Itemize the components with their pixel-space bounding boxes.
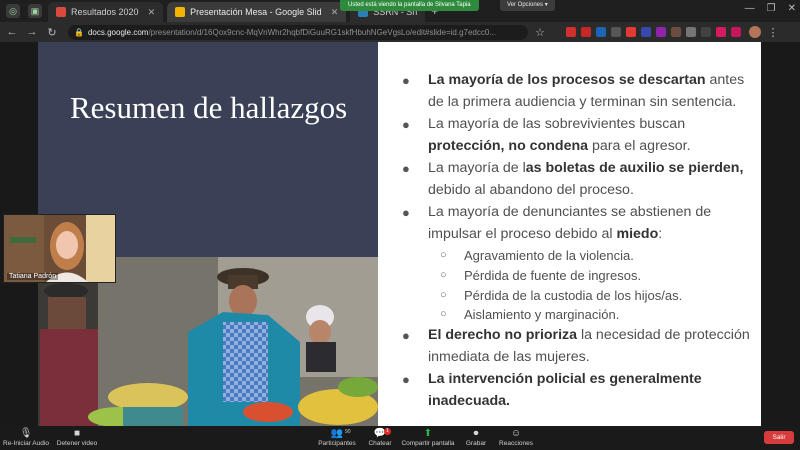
close-window-icon[interactable]: ✕	[788, 3, 796, 14]
bullet-text: :	[658, 225, 663, 242]
bullet-text: La mayoría de l	[428, 160, 526, 176]
bullet-dot-icon: ●	[402, 372, 410, 388]
close-tab-icon[interactable]: ✕	[148, 7, 156, 18]
control-label: Re-Iniciar Audio	[3, 440, 49, 447]
bullet-item: ● La mayoría de los procesos se descartan…	[396, 70, 751, 113]
browser-tab-1[interactable]: Presentación Mesa - Google Slid ✕	[167, 2, 347, 22]
forward-arrow-icon[interactable]: →	[24, 26, 40, 38]
bookmark-star-icon[interactable]: ☆	[532, 26, 548, 39]
extension-icon[interactable]	[701, 27, 711, 37]
reactions-icon: ☺	[510, 428, 522, 439]
extension-icon[interactable]	[731, 27, 741, 37]
video-camera-icon: ■	[73, 428, 81, 439]
url-input[interactable]: 🔒 docs.google.com /presentation/d/16Qox9…	[68, 24, 528, 40]
bullet-text: debido al abandono del proceso.	[428, 181, 634, 198]
leave-meeting-button[interactable]: Salir	[764, 431, 794, 444]
screen: ◎ ▣ Resultados 2020 ✕ Presentación Mesa …	[0, 0, 800, 450]
bullet-item: ● La intervención policial es generalment…	[396, 369, 751, 412]
tab-favicon-icon	[56, 7, 66, 17]
tab-label: Presentación Mesa - Google Slid	[190, 7, 322, 17]
hollow-bullet-icon: ○	[440, 268, 447, 281]
tab-group-icon[interactable]: ▣	[28, 4, 42, 18]
bullet-item: ● La mayoría de las boletas de auxilio se…	[396, 158, 751, 201]
presentation-slide: Resumen de hallazgos ● La mayoría de los…	[38, 42, 761, 426]
control-label: Chatear	[368, 440, 392, 447]
extension-icon[interactable]	[626, 27, 636, 37]
bullet-dot-icon: ●	[402, 328, 410, 344]
bullet-dot-icon: ●	[402, 205, 410, 220]
bullet-text: Agravamiento de la violencia.	[464, 248, 634, 263]
control-label: Detener video	[56, 440, 98, 447]
bullet-bold-text: El derecho no prioriza	[428, 327, 577, 344]
bullet-text: La mayoría de denunciantes se abstienen …	[428, 204, 712, 242]
stop-video-button[interactable]: ■ Detener video	[47, 428, 107, 447]
meeting-controls-bar: 🎙 Re-Iniciar Audio ■ Detener video 👥 90 …	[0, 426, 800, 450]
lock-icon: 🔒	[74, 27, 84, 37]
maximize-icon[interactable]: ❐	[767, 3, 776, 14]
tab-label: Resultados 2020	[71, 7, 139, 17]
bullet-text: para el agresor.	[588, 137, 691, 154]
hollow-bullet-icon: ○	[440, 249, 447, 261]
view-options-button[interactable]: Ver Opciones ▾	[500, 0, 555, 11]
address-bar-row: ← → ↻ 🔒 docs.google.com /presentation/d/…	[0, 22, 800, 42]
sub-bullet-item: ○ Aislamiento y marginación.	[396, 305, 751, 325]
browser-menu-icon[interactable]: ⋮	[765, 26, 781, 39]
url-path: /presentation/d/16Qox9cnc-MqVnWhr2hqbfDi…	[148, 27, 496, 37]
screen-share-banner: Usted está viendo la pantalla de Silvana…	[340, 0, 479, 11]
control-label: Reacciones	[499, 440, 533, 447]
extension-icon[interactable]	[656, 27, 666, 37]
bullet-item: ● La mayoría de las sobrevivientes buscan…	[396, 114, 751, 157]
bullet-text: Pérdida de la custodia de los hijos/as.	[464, 287, 683, 303]
extension-icon[interactable]	[641, 27, 651, 37]
extension-icon[interactable]	[686, 27, 696, 37]
bullet-bold-text: La mayoría de los procesos se descartan	[428, 72, 706, 88]
sub-bullet-item: ○ Pérdida de fuente de ingresos.	[396, 266, 751, 286]
extension-icon[interactable]	[581, 27, 591, 37]
extension-icon[interactable]	[671, 27, 681, 37]
bullet-text: Pérdida de fuente de ingresos.	[464, 267, 642, 283]
browser-tab-0[interactable]: Resultados 2020 ✕	[48, 2, 164, 22]
hollow-bullet-icon: ○	[440, 308, 447, 321]
window-controls: — ❐ ✕	[745, 3, 796, 14]
extensions-bar	[566, 27, 741, 37]
bullet-bold-text: miedo	[616, 225, 659, 242]
bullet-dot-icon: ●	[402, 161, 410, 176]
back-arrow-icon[interactable]: ←	[4, 26, 20, 38]
sub-bullet-item: ○ Pérdida de la custodia de los hijos/as.	[396, 286, 751, 306]
bullet-bold-text: as boletas de auxilio se pierden,	[525, 160, 744, 176]
close-tab-icon[interactable]: ✕	[331, 7, 339, 18]
participant-name: Tatiana Padrón	[7, 273, 59, 280]
minimize-icon[interactable]: —	[745, 3, 755, 14]
findings-list: ● La mayoría de los procesos se descartan…	[396, 70, 751, 413]
slides-favicon-icon	[175, 7, 186, 17]
url-host: docs.google.com	[87, 27, 149, 37]
leave-label: Salir	[772, 434, 786, 441]
slide-title: Resumen de hallazgos	[70, 90, 348, 125]
reload-icon[interactable]: ↻	[44, 26, 60, 39]
profile-avatar[interactable]	[749, 26, 761, 38]
bullet-bold-text: La intervención policial es generalmente…	[428, 371, 702, 409]
bullet-dot-icon: ●	[402, 117, 410, 132]
bullet-text: Aislamiento y marginación.	[464, 307, 620, 323]
view-options-label: Ver Opciones	[507, 2, 544, 8]
tab-search-icon[interactable]: ◎	[6, 4, 20, 18]
extension-icon[interactable]	[566, 27, 576, 37]
bullet-item: ● La mayoría de denunciantes se abstienen…	[396, 202, 751, 245]
extension-icon[interactable]	[611, 27, 621, 37]
bullet-bold-text: protección, no condena	[428, 137, 589, 154]
sub-bullet-item: ○ Agravamiento de la violencia.	[396, 246, 751, 266]
webcam-thumbnail[interactable]: Tatiana Padrón	[3, 214, 116, 283]
bullet-dot-icon: ●	[402, 73, 410, 88]
bullet-text: La mayoría de las sobrevivientes buscan	[428, 116, 686, 132]
hollow-bullet-icon: ○	[440, 288, 447, 301]
chat-unread-badge: 1	[384, 428, 391, 435]
control-label: Grabar	[465, 440, 487, 447]
extension-icon[interactable]	[596, 27, 606, 37]
extension-icon[interactable]	[716, 27, 726, 37]
bullet-item: ● El derecho no prioriza la necesidad de …	[396, 325, 751, 368]
shared-screen-area: Resumen de hallazgos ● La mayoría de los…	[0, 42, 800, 426]
reactions-button[interactable]: ☺ Reacciones	[486, 428, 546, 447]
